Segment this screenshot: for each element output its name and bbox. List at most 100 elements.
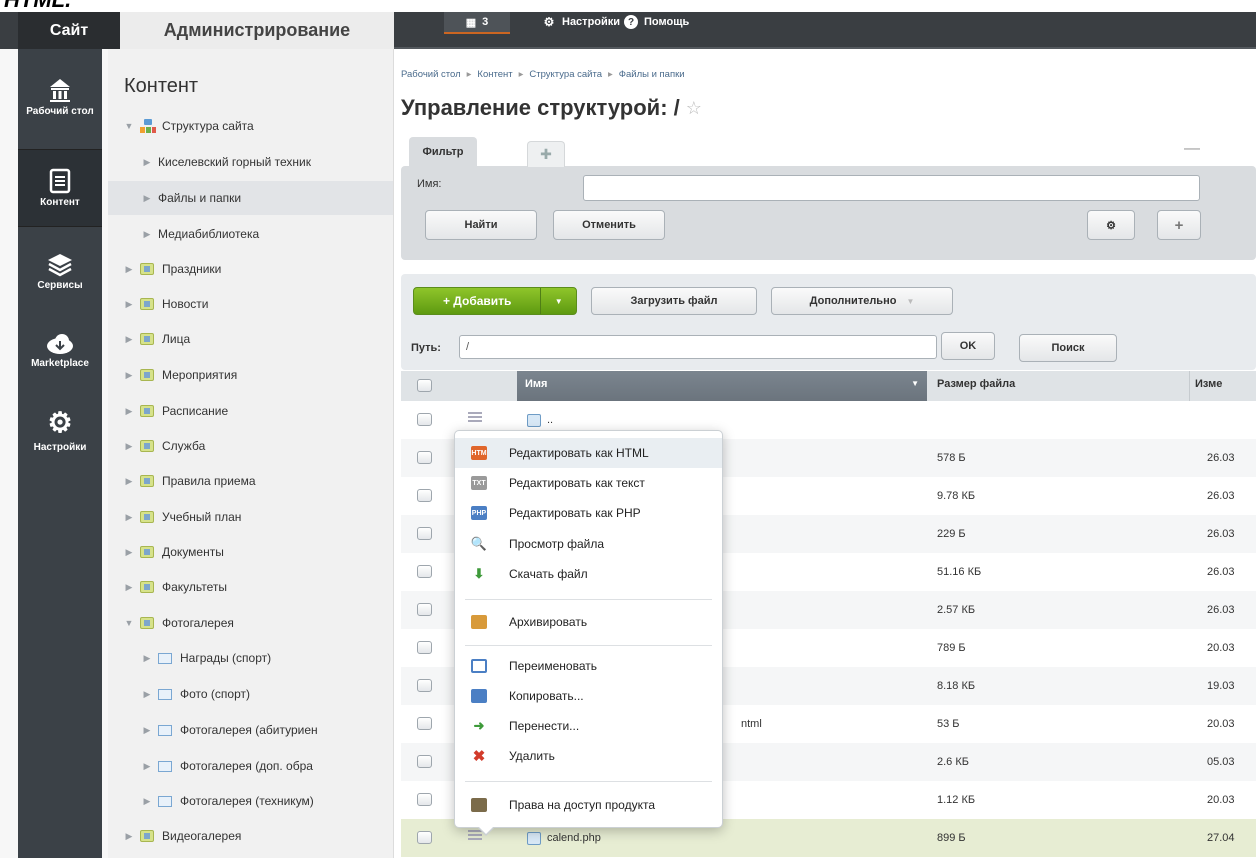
expand-arrow-icon[interactable]: ▶ xyxy=(124,334,134,345)
breadcrumb-link[interactable]: Файлы и папки xyxy=(619,69,685,80)
tree-item-site-structure[interactable]: ▼ Структура сайта xyxy=(108,109,393,143)
tree-item-faculties[interactable]: ▶ Факультеты xyxy=(108,570,393,604)
expand-arrow-icon[interactable]: ▶ xyxy=(142,653,152,664)
star-icon[interactable]: ☆ xyxy=(686,98,702,119)
rail-item-content[interactable]: Контент xyxy=(18,149,102,227)
tree-item-holidays[interactable]: ▶ Праздники xyxy=(108,252,393,286)
tree-item-videogallery[interactable]: ▶ Видеогалерея xyxy=(108,819,393,853)
expand-arrow-icon[interactable]: ▶ xyxy=(142,689,152,700)
filter-tab[interactable]: Фильтр xyxy=(409,137,477,167)
settings-link[interactable]: ⚙ Настройки xyxy=(542,15,620,29)
find-button[interactable]: Найти xyxy=(425,210,537,240)
expand-arrow-icon[interactable]: ▶ xyxy=(124,299,134,310)
tree-item-gallery-extra[interactable]: ▶ Фотогалерея (доп. обра xyxy=(108,749,393,783)
menu-item-edit-text[interactable]: TXT Редактировать как текст xyxy=(455,468,722,498)
rail-item-marketplace[interactable]: Marketplace xyxy=(18,319,102,379)
expand-arrow-icon[interactable]: ▶ xyxy=(124,582,134,593)
menu-item-copy[interactable]: Копировать... xyxy=(455,681,722,711)
menu-item-access-rights[interactable]: Права на доступ продукта xyxy=(455,790,722,820)
menu-item-edit-php[interactable]: PHP Редактировать как PHP xyxy=(455,498,722,528)
search-button[interactable]: Поиск xyxy=(1019,334,1117,362)
notifications-button[interactable]: ▦ 3 xyxy=(444,12,510,34)
row-checkbox[interactable] xyxy=(417,717,432,730)
tree-item-documents[interactable]: ▶ Документы xyxy=(108,535,393,569)
tree-item-admission-rules[interactable]: ▶ Правила приема xyxy=(108,464,393,498)
menu-item-download[interactable]: ⬇ Скачать файл xyxy=(455,559,722,589)
row-checkbox[interactable] xyxy=(417,831,432,844)
site-tab[interactable]: Сайт xyxy=(18,12,120,49)
add-button[interactable]: + Добавить ▼ xyxy=(413,287,577,315)
filter-name-input[interactable] xyxy=(583,175,1200,201)
expand-arrow-icon[interactable]: ▶ xyxy=(124,476,134,487)
expand-arrow-icon[interactable]: ▶ xyxy=(142,796,152,807)
ok-button[interactable]: OK xyxy=(941,332,995,360)
expand-arrow-icon[interactable]: ▶ xyxy=(142,157,152,168)
tree-item-persons[interactable]: ▶ Лица xyxy=(108,322,393,356)
add-filter-field-button[interactable]: + xyxy=(1157,210,1201,240)
expand-arrow-icon[interactable]: ▶ xyxy=(142,761,152,772)
tree-item-files-folders[interactable]: ▶ Файлы и папки xyxy=(108,181,393,215)
row-menu-icon[interactable] xyxy=(468,412,482,422)
tree-item-curriculum[interactable]: ▶ Учебный план xyxy=(108,500,393,534)
path-input[interactable]: / xyxy=(459,335,937,359)
expand-arrow-icon[interactable]: ▶ xyxy=(142,725,152,736)
select-all-checkbox[interactable] xyxy=(417,379,432,392)
tree-item-events[interactable]: ▶ Мероприятия xyxy=(108,358,393,392)
file-name-cell[interactable]: ntml xyxy=(741,705,762,743)
breadcrumb-link[interactable]: Контент xyxy=(477,69,512,80)
filter-settings-button[interactable]: ⚙ xyxy=(1087,210,1135,240)
expand-arrow-icon[interactable]: ▶ xyxy=(124,441,134,452)
tree-item-gallery-applicants[interactable]: ▶ Фотогалерея (абитуриен xyxy=(108,713,393,747)
tree-item-photogallery[interactable]: ▼ Фотогалерея xyxy=(108,606,393,640)
breadcrumb-link[interactable]: Структура сайта xyxy=(529,69,602,80)
rail-item-settings[interactable]: ⚙ Настройки xyxy=(18,403,102,465)
expand-arrow-icon[interactable]: ▶ xyxy=(142,229,152,240)
menu-item-view-file[interactable]: 🔍 Просмотр файла xyxy=(455,529,722,559)
tree-item-schedule[interactable]: ▶ Расписание xyxy=(108,394,393,428)
tree-item-service[interactable]: ▶ Служба xyxy=(108,429,393,463)
tree-item-photo-sport[interactable]: ▶ Фото (спорт) xyxy=(108,677,393,711)
expand-arrow-icon[interactable]: ▶ xyxy=(142,193,152,204)
menu-item-move[interactable]: ➜ Перенести... xyxy=(455,711,722,741)
row-checkbox[interactable] xyxy=(417,565,432,578)
column-header-name[interactable]: Имя ▼ xyxy=(517,371,927,401)
tree-item-news[interactable]: ▶ Новости xyxy=(108,287,393,321)
expand-arrow-icon[interactable]: ▶ xyxy=(124,547,134,558)
column-header-modified[interactable]: Изме xyxy=(1195,371,1222,397)
expand-arrow-icon[interactable]: ▶ xyxy=(124,264,134,275)
rail-item-services[interactable]: Сервисы xyxy=(18,241,102,301)
expand-arrow-icon[interactable]: ▶ xyxy=(124,512,134,523)
help-link[interactable]: ? Помощь xyxy=(624,15,689,29)
row-checkbox[interactable] xyxy=(417,489,432,502)
row-checkbox[interactable] xyxy=(417,451,432,464)
rail-item-desktop[interactable]: Рабочий стол xyxy=(18,67,102,137)
column-header-size[interactable]: Размер файла xyxy=(937,371,1015,397)
row-checkbox[interactable] xyxy=(417,679,432,692)
row-checkbox[interactable] xyxy=(417,527,432,540)
row-checkbox[interactable] xyxy=(417,413,432,426)
row-checkbox[interactable] xyxy=(417,793,432,806)
expand-arrow-icon[interactable]: ▶ xyxy=(124,831,134,842)
expand-arrow-icon[interactable]: ▼ xyxy=(124,618,134,628)
breadcrumb-link[interactable]: Рабочий стол xyxy=(401,69,461,80)
tree-item-site[interactable]: ▶ Киселевский горный техник xyxy=(108,145,393,179)
admin-tab[interactable]: Администрирование xyxy=(120,12,394,49)
row-checkbox[interactable] xyxy=(417,603,432,616)
menu-item-archive[interactable]: Архивировать xyxy=(455,607,722,637)
menu-item-edit-html[interactable]: HTM Редактировать как HTML xyxy=(455,438,722,468)
expand-arrow-icon[interactable]: ▶ xyxy=(124,406,134,417)
row-checkbox[interactable] xyxy=(417,641,432,654)
row-checkbox[interactable] xyxy=(417,755,432,768)
tree-item-gallery-college[interactable]: ▶ Фотогалерея (техникум) xyxy=(108,784,393,818)
upload-file-button[interactable]: Загрузить файл xyxy=(591,287,757,315)
tree-item-media-library[interactable]: ▶ Медиабиблиотека xyxy=(108,217,393,251)
minimize-icon[interactable]: — xyxy=(1184,140,1200,158)
expand-arrow-icon[interactable]: ▼ xyxy=(124,121,134,131)
menu-item-rename[interactable]: Переименовать xyxy=(455,651,722,681)
menu-item-delete[interactable]: ✖ Удалить xyxy=(455,741,722,771)
add-filter-tab-button[interactable]: ✚ xyxy=(527,141,565,167)
cancel-button[interactable]: Отменить xyxy=(553,210,665,240)
more-button[interactable]: Дополнительно ▼ xyxy=(771,287,953,315)
expand-arrow-icon[interactable]: ▶ xyxy=(124,370,134,381)
chevron-down-icon[interactable]: ▼ xyxy=(540,288,576,314)
